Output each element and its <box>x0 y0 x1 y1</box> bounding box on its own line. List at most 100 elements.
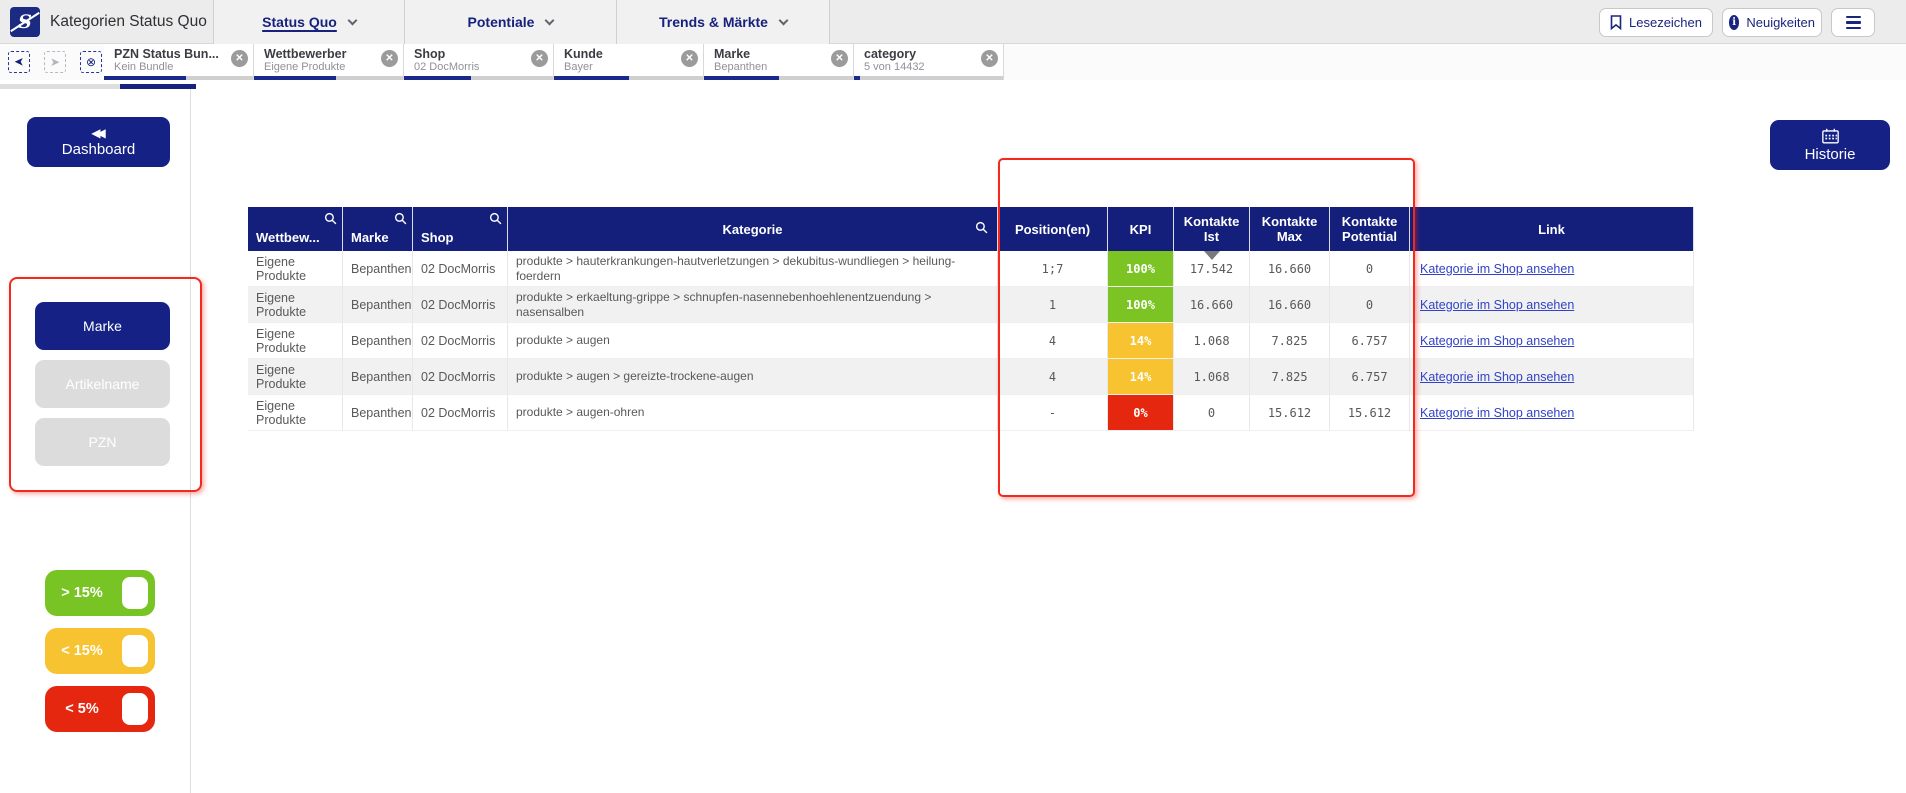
category-shop-link[interactable]: Kategorie im Shop ansehen <box>1418 406 1574 420</box>
app-logo: S <box>10 7 40 37</box>
filter-chip-value: Kein Bundle <box>114 61 227 73</box>
kpi-legend: > 15% < 15% < 5% <box>45 570 155 744</box>
hamburger-menu-button[interactable] <box>1831 8 1875 37</box>
cell-link: Kategorie im Shop ansehen <box>1410 287 1694 323</box>
column-header-label: KPI <box>1130 222 1152 237</box>
news-button[interactable]: i Neuigkeiten <box>1722 8 1822 37</box>
legend-toggle-15pct[interactable]: > 15% <box>45 570 155 616</box>
column-header-label: Kontakte Potential <box>1334 214 1405 244</box>
column-header-marke[interactable]: Marke <box>343 207 413 251</box>
cell-link: Kategorie im Shop ansehen <box>1410 395 1694 431</box>
cell-kpi-badge: 100% <box>1108 287 1174 323</box>
cell-position: 1 <box>998 287 1108 323</box>
cell-link: Kategorie im Shop ansehen <box>1410 251 1694 287</box>
filter-chip-title: Wettbewerber <box>264 47 377 61</box>
bookmark-icon <box>1610 15 1622 30</box>
filter-chip-kunde[interactable]: KundeBayer ✕ <box>554 44 704 80</box>
bookmarks-button[interactable]: Lesezeichen <box>1599 8 1713 37</box>
cell-kontakte-max: 16.660 <box>1250 287 1330 323</box>
filter-chip-value: Bayer <box>564 61 677 73</box>
tab-label: Potentiale <box>468 14 535 30</box>
cell-kontakte-ist: 1.068 <box>1174 323 1250 359</box>
search-icon[interactable] <box>489 212 502 225</box>
tab-status-quo[interactable]: Status Quo <box>213 0 404 44</box>
category-shop-link[interactable]: Kategorie im Shop ansehen <box>1418 262 1574 276</box>
news-label: Neuigkeiten <box>1746 15 1815 30</box>
kategorie-table: Wettbew...Marke Shop KategoriePosition(en)… <box>248 207 1694 431</box>
dashboard-button[interactable]: ◀◀ Dashboard <box>27 117 170 167</box>
hamburger-icon <box>1846 16 1861 19</box>
dimension-button-artikelname[interactable]: Artikelname <box>35 360 170 408</box>
filter-chips: PZN Status Bun...Kein Bundle✕Wettbewerbe… <box>104 44 1004 80</box>
chevron-down-icon <box>347 15 357 25</box>
column-header-shop[interactable]: Shop <box>413 207 508 251</box>
legend-toggle-5pct[interactable]: < 5% <box>45 686 155 732</box>
filter-chip-marke[interactable]: MarkeBepanthen✕ <box>704 44 854 80</box>
filter-chip-value: 5 von 14432 <box>864 61 977 73</box>
legend-label: > 15% <box>45 570 119 616</box>
tab-label: Trends & Märkte <box>659 14 768 30</box>
toggle-knob <box>122 693 148 725</box>
cell-kategorie: produkte > augen <box>508 323 998 359</box>
category-shop-link[interactable]: Kategorie im Shop ansehen <box>1418 298 1574 312</box>
column-header-position-en-[interactable]: Position(en) <box>998 207 1108 251</box>
column-header-link[interactable]: Link <box>1410 207 1694 251</box>
info-icon: i <box>1729 15 1739 30</box>
cell-kategorie: produkte > augen > gereizte-trockene-aug… <box>508 359 998 395</box>
close-icon[interactable]: ✕ <box>981 50 998 67</box>
dimension-button-marke[interactable]: Marke <box>35 302 170 350</box>
filterbar-scroll-thumb[interactable] <box>120 84 196 89</box>
column-header-kategorie[interactable]: Kategorie <box>508 207 998 251</box>
column-header-label: Kontakte Ist <box>1178 214 1245 244</box>
chevron-down-icon <box>545 15 555 25</box>
category-shop-link[interactable]: Kategorie im Shop ansehen <box>1418 334 1574 348</box>
filter-chip-shop[interactable]: Shop02 DocMorris✕ <box>404 44 554 80</box>
filter-chip-title: Marke <box>714 47 827 61</box>
column-header-label: Link <box>1538 222 1565 237</box>
selections-back-icon[interactable]: ➤ <box>8 51 30 73</box>
dimension-button-pzn[interactable]: PZN <box>35 418 170 466</box>
cell-marke: Bepanthen <box>343 251 413 287</box>
column-header-kpi[interactable]: KPI <box>1108 207 1174 251</box>
close-icon[interactable]: ✕ <box>531 50 548 67</box>
legend-toggle-15pct[interactable]: < 15% <box>45 628 155 674</box>
search-icon[interactable] <box>975 221 988 234</box>
app-window: S Kategorien Status Quo Status QuoPotent… <box>0 0 1906 793</box>
selections-forward-icon[interactable]: ➤ <box>44 51 66 73</box>
cell-shop: 02 DocMorris <box>413 395 508 431</box>
calendar-icon <box>1822 128 1839 144</box>
cell-wettbewerber: Eigene Produkte <box>248 323 343 359</box>
close-icon[interactable]: ✕ <box>681 50 698 67</box>
close-icon[interactable]: ✕ <box>381 50 398 67</box>
column-header-kontakte-potential[interactable]: Kontakte Potential <box>1330 207 1410 251</box>
toggle-knob <box>122 577 148 609</box>
cell-wettbewerber: Eigene Produkte <box>248 359 343 395</box>
legend-label: < 5% <box>45 686 119 732</box>
filter-chip-selection-bar <box>104 76 253 80</box>
close-icon[interactable]: ✕ <box>231 50 248 67</box>
column-header-label: Shop <box>421 230 454 245</box>
tab-potentiale[interactable]: Potentiale <box>404 0 616 44</box>
cell-kontakte-potential: 0 <box>1330 287 1410 323</box>
column-header-wettbew-[interactable]: Wettbew... <box>248 207 343 251</box>
tab-trends-m-rkte[interactable]: Trends & Märkte <box>616 0 830 44</box>
filter-chip-title: PZN Status Bun... <box>114 47 227 61</box>
column-header-label: Kontakte Max <box>1254 214 1325 244</box>
cell-link: Kategorie im Shop ansehen <box>1410 359 1694 395</box>
category-shop-link[interactable]: Kategorie im Shop ansehen <box>1418 370 1574 384</box>
column-header-kontakte-ist[interactable]: Kontakte Ist <box>1174 207 1250 251</box>
bookmarks-label: Lesezeichen <box>1629 15 1702 30</box>
filter-chip-title: Kunde <box>564 47 677 61</box>
filter-chip-pzn-status-bun-[interactable]: PZN Status Bun...Kein Bundle ✕ <box>104 44 254 80</box>
filter-chip-category[interactable]: category5 von 14432✕ <box>854 44 1004 80</box>
history-button[interactable]: Historie <box>1770 120 1890 170</box>
search-icon[interactable] <box>324 212 337 225</box>
cell-shop: 02 DocMorris <box>413 251 508 287</box>
cell-wettbewerber: Eigene Produkte <box>248 251 343 287</box>
filter-chip-wettbewerber[interactable]: WettbewerberEigene Produkte✕ <box>254 44 404 80</box>
toggle-knob <box>122 635 148 667</box>
search-icon[interactable] <box>394 212 407 225</box>
column-header-kontakte-max[interactable]: Kontakte Max <box>1250 207 1330 251</box>
close-icon[interactable]: ✕ <box>831 50 848 67</box>
clear-selections-icon[interactable]: ⊗ <box>80 51 102 73</box>
